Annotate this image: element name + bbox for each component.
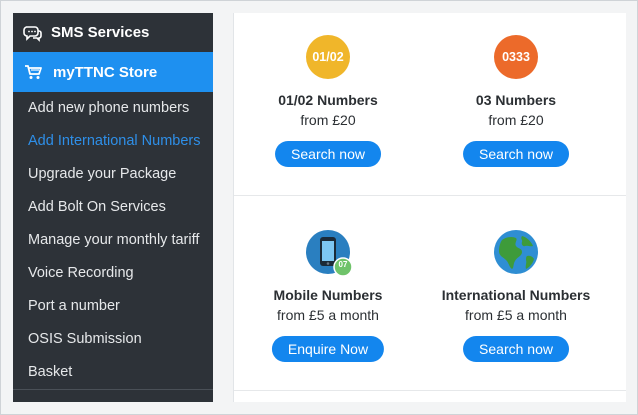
product-title: 01/02 Numbers bbox=[278, 92, 378, 108]
sidebar-header-label: SMS Services bbox=[51, 24, 150, 41]
sidebar-item-osis-submission[interactable]: OSIS Submission bbox=[13, 323, 213, 356]
sidebar-header-sms[interactable]: SMS Services bbox=[13, 13, 213, 52]
product-price: from £20 bbox=[488, 112, 544, 128]
sidebar-item-voice-recording[interactable]: Voice Recording bbox=[13, 257, 213, 290]
badge-0333: 0333 bbox=[494, 35, 538, 79]
product-title: International Numbers bbox=[441, 287, 591, 303]
chat-bubbles-icon bbox=[23, 23, 43, 43]
globe-icon bbox=[494, 230, 538, 274]
sidebar-item-upgrade-package[interactable]: Upgrade your Package bbox=[13, 158, 213, 191]
sidebar-menu: Add new phone numbers Add International … bbox=[13, 92, 213, 389]
product-card-international: International Numbers from £5 a month Se… bbox=[422, 196, 610, 390]
sidebar-item-port-a-number[interactable]: Port a number bbox=[13, 290, 213, 323]
mobile-phone-icon: 07 bbox=[306, 230, 353, 277]
search-now-button-01-02[interactable]: Search now bbox=[275, 141, 381, 167]
sidebar-item-basket[interactable]: Basket bbox=[13, 356, 213, 389]
badge-07: 07 bbox=[338, 260, 348, 269]
sidebar-item-add-international-numbers[interactable]: Add International Numbers bbox=[13, 125, 213, 158]
sidebar-item-add-new-phone-numbers[interactable]: Add new phone numbers bbox=[13, 92, 213, 125]
product-title: Mobile Numbers bbox=[273, 287, 383, 303]
product-card-mobile: 07 Mobile Numbers from £5 a month Enquir… bbox=[234, 196, 422, 390]
products-panel: 01/02 01/02 Numbers from £20 Search now … bbox=[233, 13, 626, 402]
search-now-button-03[interactable]: Search now bbox=[463, 141, 569, 167]
search-now-button-international[interactable]: Search now bbox=[463, 336, 569, 362]
sidebar-item-add-bolt-on-services[interactable]: Add Bolt On Services bbox=[13, 191, 213, 224]
product-price: from £5 a month bbox=[465, 307, 567, 323]
sidebar-store-label: myTTNC Store bbox=[53, 63, 158, 81]
sidebar-store-item[interactable]: myTTNC Store bbox=[13, 52, 213, 92]
product-title: 03 Numbers bbox=[475, 92, 557, 108]
product-price: from £20 bbox=[300, 112, 356, 128]
products-row: 07 Mobile Numbers from £5 a month Enquir… bbox=[234, 196, 626, 391]
product-card-03: 0333 03 Numbers from £20 Search now bbox=[422, 13, 610, 195]
sidebar: SMS Services myTTNC Store Add new phone … bbox=[13, 13, 213, 402]
product-price: from £5 a month bbox=[277, 307, 379, 323]
badge-01-02: 01/02 bbox=[306, 35, 350, 79]
sidebar-divider bbox=[13, 389, 213, 390]
sidebar-item-manage-monthly-tariff[interactable]: Manage your monthly tariff bbox=[13, 224, 213, 257]
shopping-cart-icon bbox=[23, 62, 43, 82]
products-row: 01/02 01/02 Numbers from £20 Search now … bbox=[234, 13, 626, 196]
enquire-now-button[interactable]: Enquire Now bbox=[271, 336, 385, 362]
product-card-01-02: 01/02 01/02 Numbers from £20 Search now bbox=[234, 13, 422, 195]
